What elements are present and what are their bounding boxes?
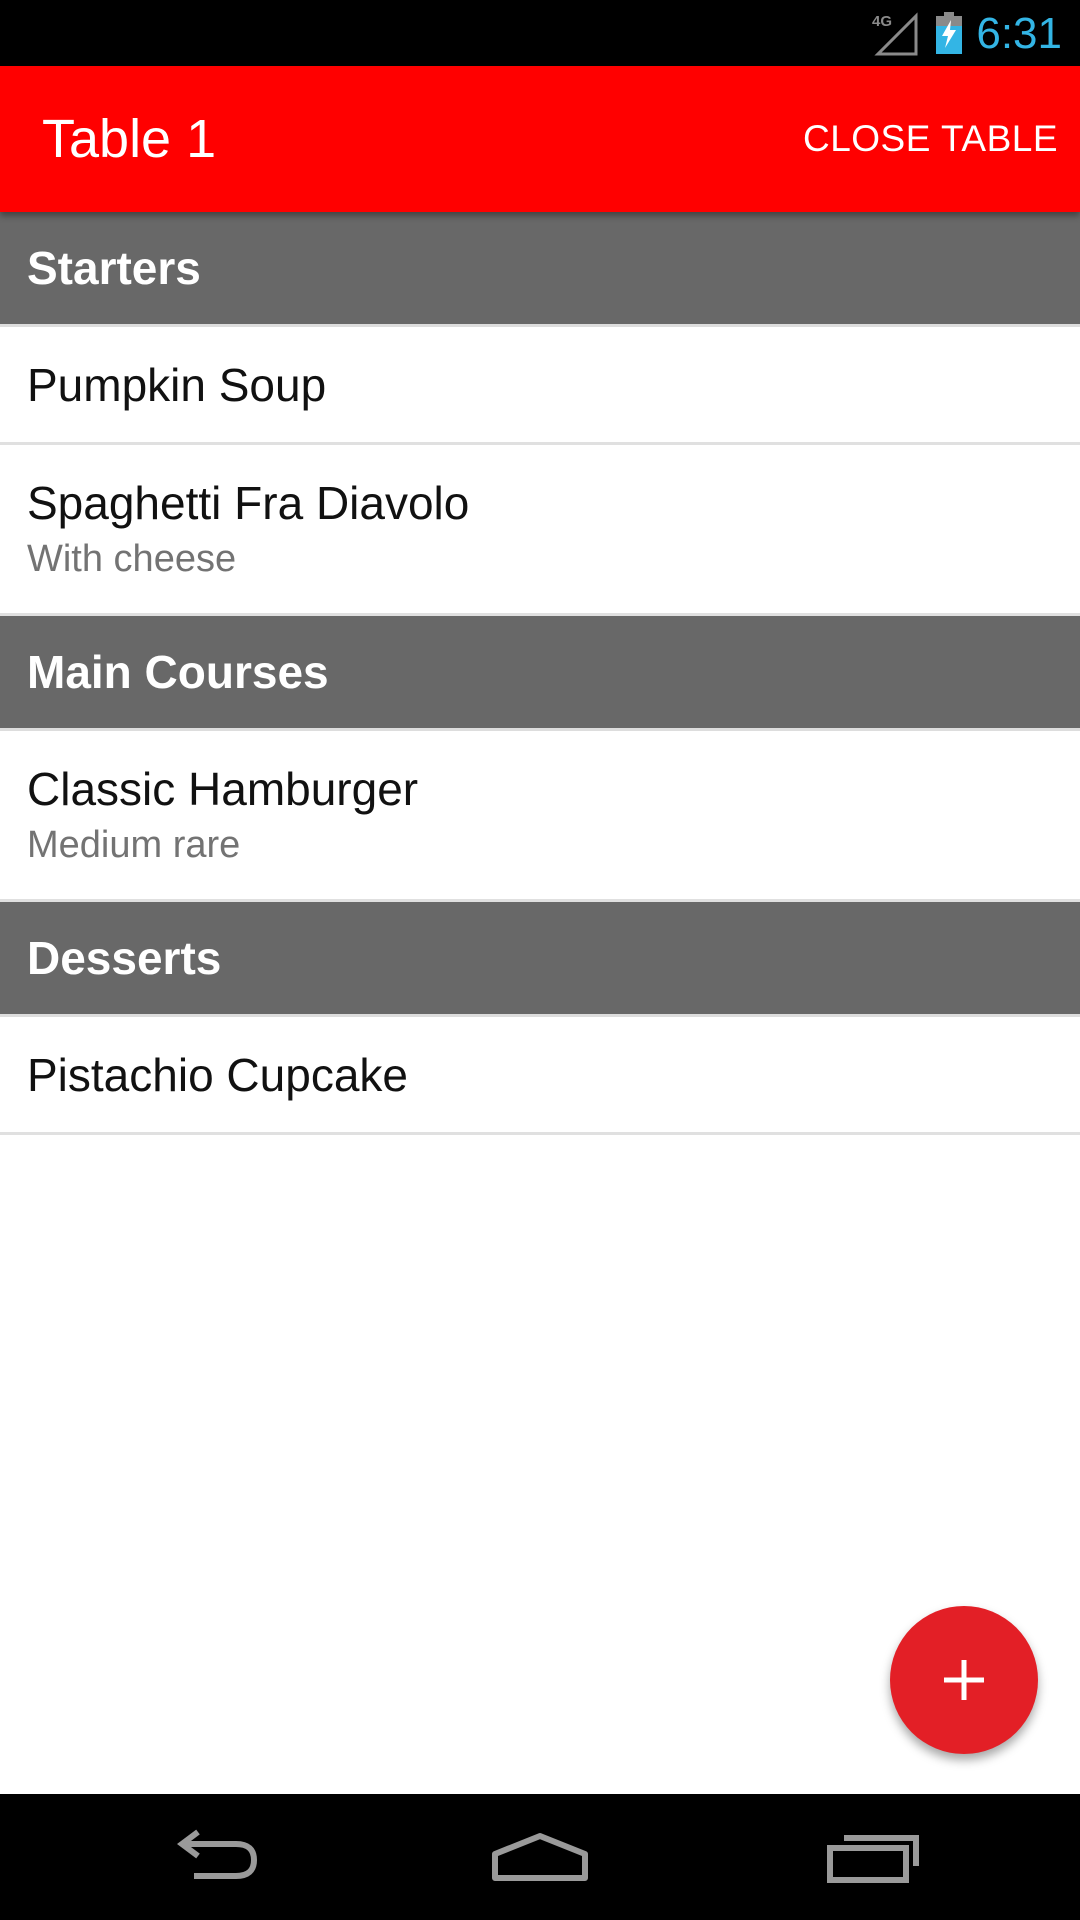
section-header-desserts: Desserts bbox=[0, 902, 1080, 1017]
item-note: With cheese bbox=[27, 538, 237, 580]
list-item[interactable]: Pistachio Cupcake bbox=[0, 1017, 1080, 1135]
network-type-label: 4G bbox=[872, 13, 892, 30]
back-icon[interactable] bbox=[156, 1822, 266, 1892]
section-header-main-courses: Main Courses bbox=[0, 616, 1080, 731]
recents-icon[interactable] bbox=[818, 1822, 928, 1892]
plus-icon bbox=[944, 1660, 984, 1700]
section-header-starters: Starters bbox=[0, 212, 1080, 327]
home-icon[interactable] bbox=[485, 1822, 595, 1892]
status-bar: 4G 6:31 bbox=[0, 0, 1080, 66]
order-list: Starters Pumpkin Soup Spaghetti Fra Diav… bbox=[0, 212, 1080, 1135]
app-bar: Table 1 CLOSE TABLE bbox=[0, 66, 1080, 212]
signal-icon: 4G bbox=[872, 12, 918, 56]
item-name: Pumpkin Soup bbox=[27, 359, 327, 411]
item-name: Pistachio Cupcake bbox=[27, 1049, 408, 1101]
battery-charging-icon bbox=[936, 12, 962, 54]
list-item[interactable]: Pumpkin Soup bbox=[0, 327, 1080, 445]
navigation-bar bbox=[0, 1794, 1080, 1920]
item-note: Medium rare bbox=[27, 824, 241, 866]
page-title: Table 1 bbox=[42, 109, 217, 169]
item-name: Classic Hamburger bbox=[27, 763, 419, 815]
list-item[interactable]: Spaghetti Fra Diavolo With cheese bbox=[0, 445, 1080, 616]
close-table-button[interactable]: CLOSE TABLE bbox=[803, 66, 1058, 212]
item-name: Spaghetti Fra Diavolo bbox=[27, 477, 470, 529]
status-time: 6:31 bbox=[976, 9, 1062, 58]
list-item[interactable]: Classic Hamburger Medium rare bbox=[0, 731, 1080, 902]
add-item-button[interactable] bbox=[890, 1606, 1038, 1754]
